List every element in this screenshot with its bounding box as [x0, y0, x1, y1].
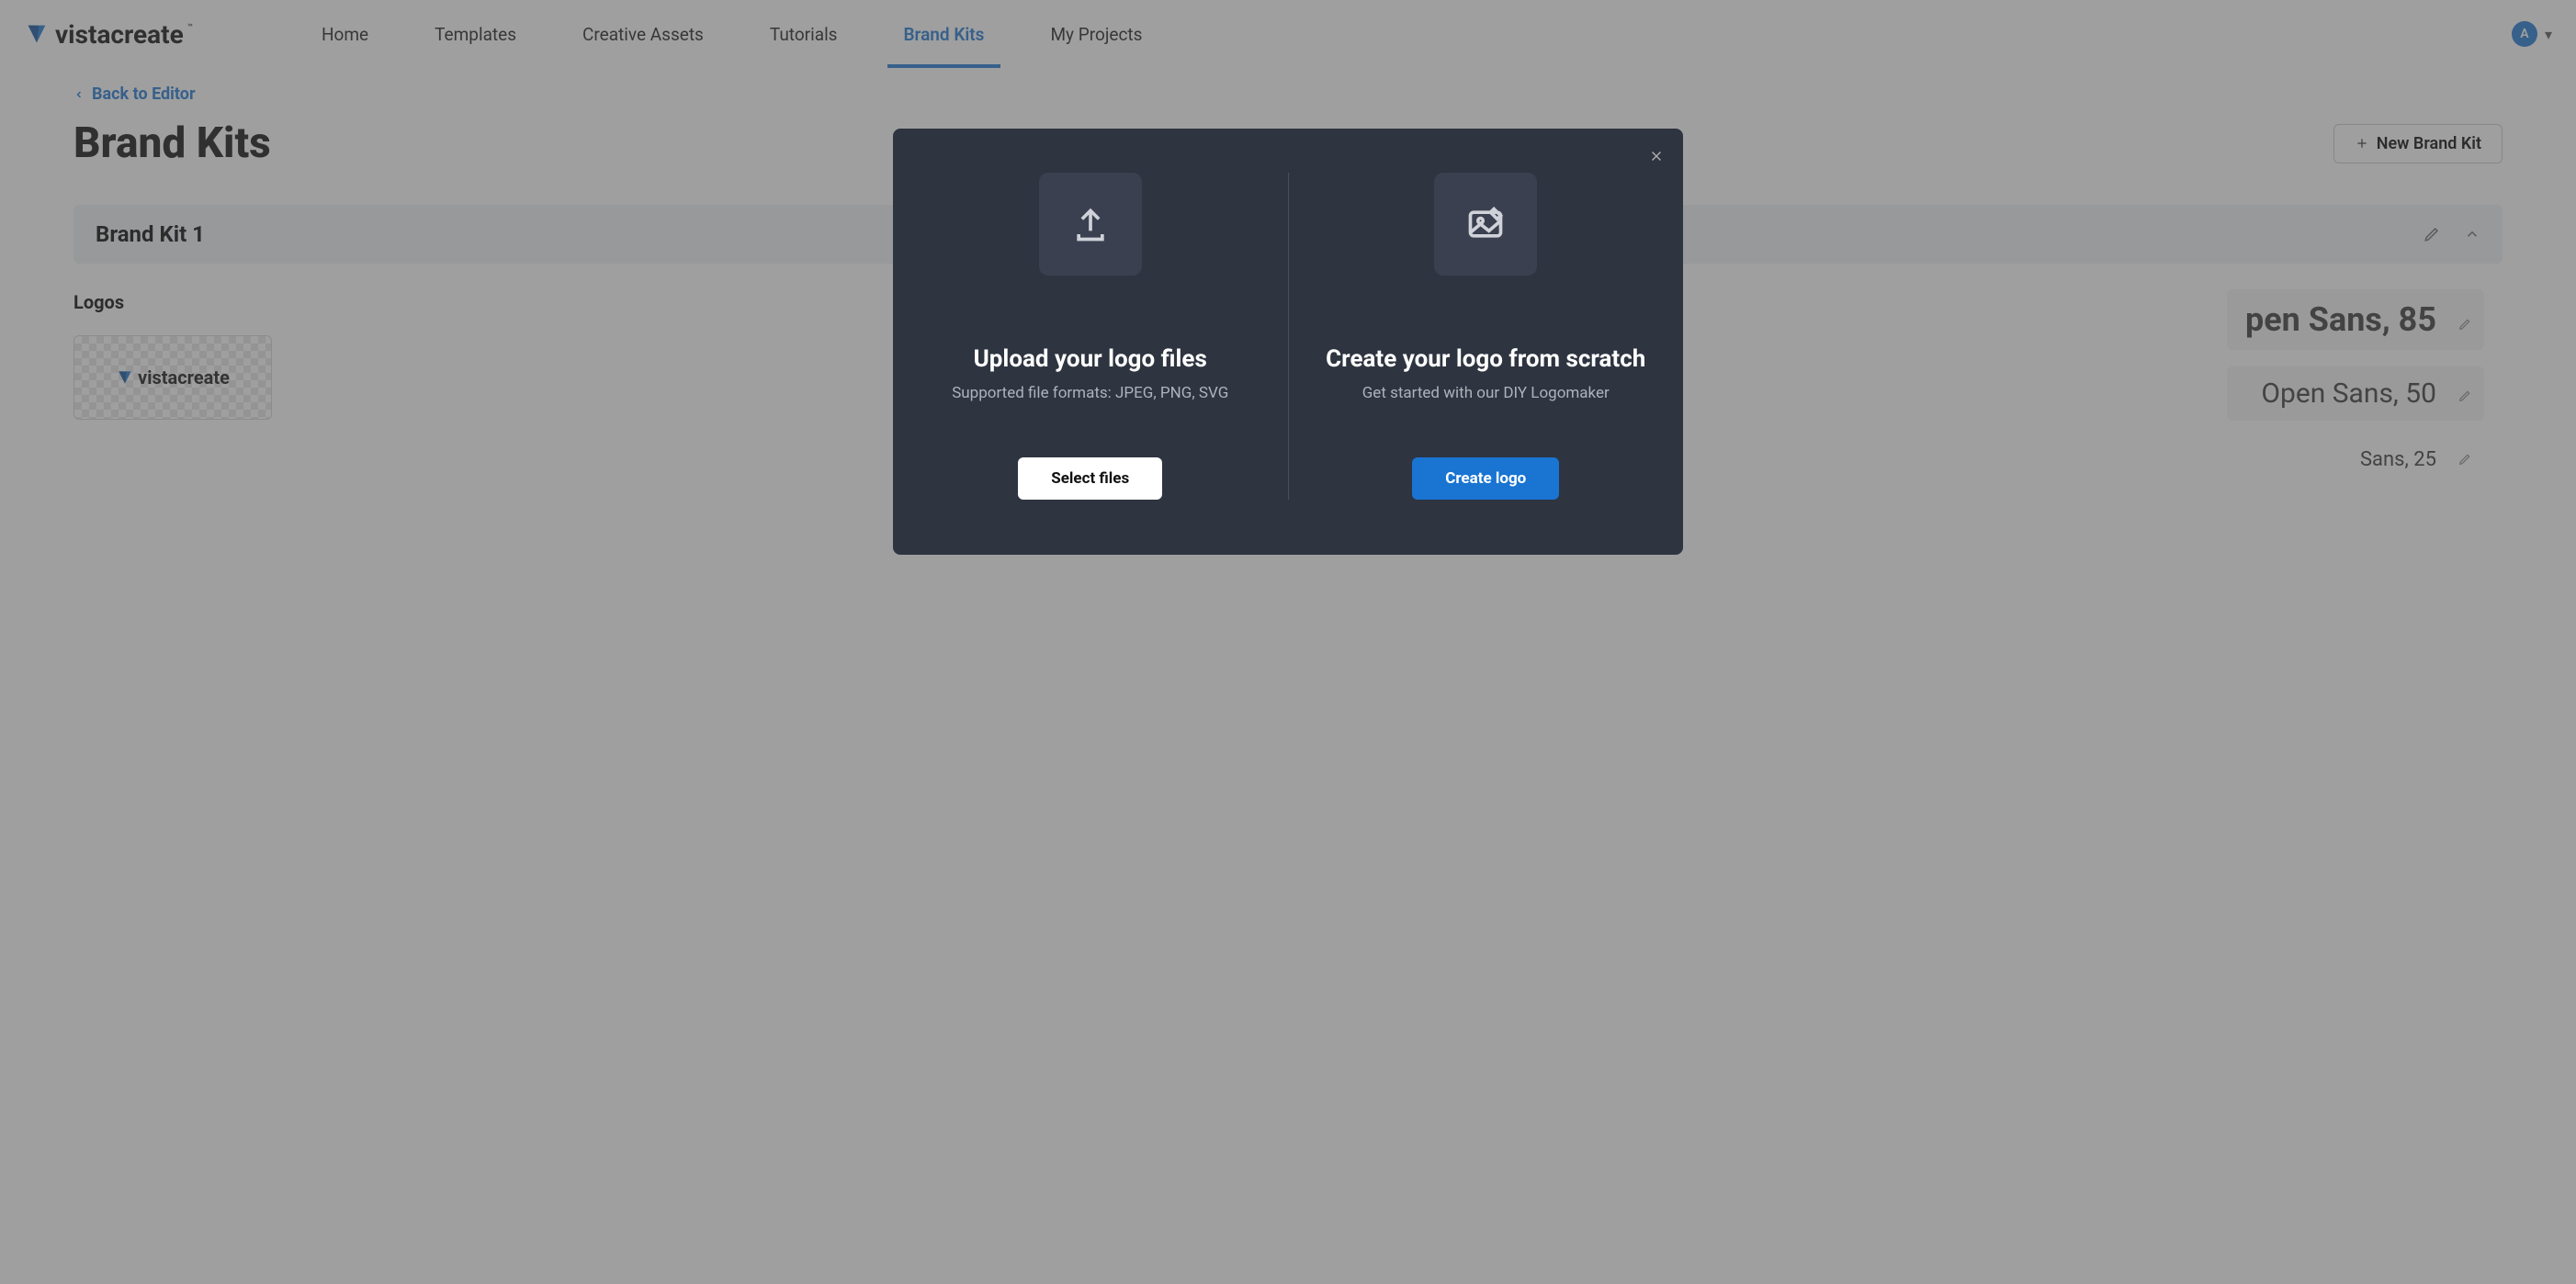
upload-title: Upload your logo files	[974, 345, 1207, 373]
upload-subtitle: Supported file formats: JPEG, PNG, SVG	[952, 384, 1228, 402]
logo-modal: Upload your logo files Supported file fo…	[893, 129, 1683, 555]
close-icon[interactable]	[1648, 147, 1665, 169]
upload-panel: Upload your logo files Supported file fo…	[893, 173, 1288, 500]
select-files-button[interactable]: Select files	[1018, 457, 1162, 500]
image-edit-icon	[1434, 173, 1537, 276]
create-panel: Create your logo from scratch Get starte…	[1289, 173, 1684, 500]
upload-icon	[1039, 173, 1142, 276]
create-logo-button[interactable]: Create logo	[1412, 457, 1559, 500]
create-subtitle: Get started with our DIY Logomaker	[1362, 384, 1610, 402]
create-title: Create your logo from scratch	[1326, 345, 1645, 373]
modal-overlay[interactable]: Upload your logo files Supported file fo…	[0, 0, 2576, 1284]
